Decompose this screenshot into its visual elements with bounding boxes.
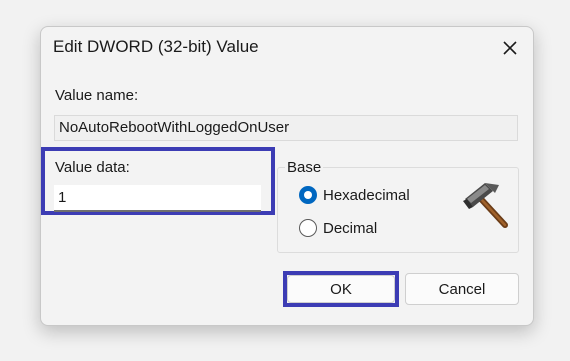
base-label: Base [285, 159, 324, 176]
radio-decimal[interactable]: Decimal [299, 219, 377, 237]
radio-hexadecimal-label: Hexadecimal [323, 186, 410, 204]
value-data-input[interactable] [54, 185, 261, 212]
edit-dword-dialog: Edit DWORD (32-bit) Value Value name: No… [40, 26, 534, 326]
value-name-label: Value name: [55, 87, 139, 104]
value-data-label: Value data: [55, 159, 130, 176]
close-icon [503, 41, 517, 55]
radio-checked-icon [299, 186, 317, 204]
close-button[interactable] [497, 35, 523, 61]
cancel-button[interactable]: Cancel [405, 273, 519, 305]
value-name-field[interactable]: NoAutoRebootWithLoggedOnUser [54, 115, 518, 141]
radio-decimal-label: Decimal [323, 219, 378, 237]
ok-button[interactable]: OK [287, 275, 395, 303]
hammer-icon [463, 183, 508, 228]
dialog-title: Edit DWORD (32-bit) Value [53, 37, 259, 56]
radio-unchecked-icon [299, 219, 317, 237]
radio-hexadecimal[interactable]: Hexadecimal [299, 186, 410, 204]
